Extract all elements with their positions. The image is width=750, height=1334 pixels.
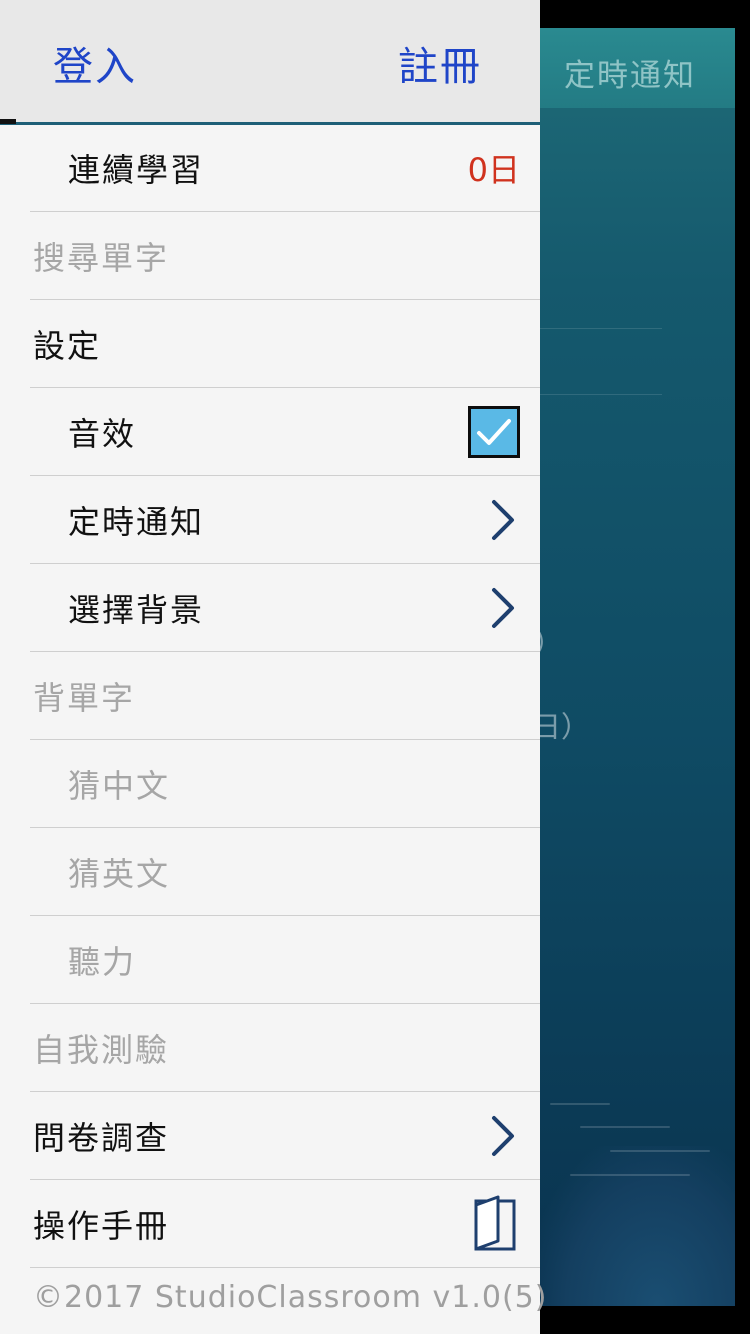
menu-item-self-test[interactable]: 自我測驗 bbox=[0, 1004, 540, 1092]
background-text-fragment: 日） bbox=[540, 710, 591, 744]
menu-item-label: 音效 bbox=[68, 415, 137, 453]
login-button[interactable]: 登入 bbox=[53, 34, 137, 92]
divider bbox=[30, 1267, 540, 1268]
menu-item-label: 聽力 bbox=[68, 943, 137, 981]
menu-item-label: 問卷調查 bbox=[33, 1119, 170, 1157]
drawer-menu: 連續學習 0日 搜尋單字 設定 音效 定時通知 選擇背景 背單字 猜中文 猜英文… bbox=[0, 124, 540, 1268]
menu-item-label: 操作手冊 bbox=[33, 1207, 170, 1245]
chevron-right-icon bbox=[492, 1116, 514, 1156]
background-divider bbox=[540, 328, 662, 329]
menu-item-label: 猜英文 bbox=[68, 855, 171, 893]
chevron-right-icon bbox=[492, 588, 514, 628]
background-scribble bbox=[580, 1126, 670, 1128]
section-settings: 設定 bbox=[0, 300, 540, 388]
book-icon bbox=[474, 1195, 516, 1251]
menu-item-guess-english[interactable]: 猜英文 bbox=[0, 828, 540, 916]
menu-item-label: 搜尋單字 bbox=[33, 239, 170, 277]
section-label: 設定 bbox=[33, 327, 102, 365]
menu-item-label: 選擇背景 bbox=[68, 591, 205, 629]
footer-copyright: ©2017 StudioClassroom v1.0(5) bbox=[33, 1280, 548, 1315]
sound-effects-checkbox[interactable] bbox=[468, 406, 520, 458]
menu-item-listening[interactable]: 聽力 bbox=[0, 916, 540, 1004]
background-wave bbox=[540, 1146, 735, 1306]
menu-item-label: 定時通知 bbox=[68, 503, 205, 541]
menu-item-sound-effects[interactable]: 音效 bbox=[0, 388, 540, 476]
menu-item-label: 猜中文 bbox=[68, 767, 171, 805]
chevron-right-icon bbox=[492, 500, 514, 540]
section-memorize-words: 背單字 bbox=[0, 652, 540, 740]
menu-item-survey[interactable]: 問卷調查 bbox=[0, 1092, 540, 1180]
menu-item-label: 自我測驗 bbox=[33, 1031, 170, 1069]
background-scribble bbox=[550, 1103, 610, 1105]
background-divider bbox=[540, 394, 662, 395]
background-screen: 定時通知 ） 日） bbox=[540, 28, 735, 1306]
menu-item-search-words[interactable]: 搜尋單字 bbox=[0, 212, 540, 300]
background-title: 定時通知 bbox=[564, 58, 696, 94]
menu-item-guess-chinese[interactable]: 猜中文 bbox=[0, 740, 540, 828]
background-text-fragment: ） bbox=[540, 620, 563, 662]
streak-days-value: 0日 bbox=[467, 151, 520, 189]
menu-item-label: 連續學習 bbox=[68, 151, 205, 189]
background-scribble bbox=[610, 1150, 710, 1152]
checkmark-icon bbox=[477, 419, 511, 445]
menu-item-scheduled-notification[interactable]: 定時通知 bbox=[0, 476, 540, 564]
section-label: 背單字 bbox=[33, 679, 136, 717]
drawer-header: 登入 註冊 bbox=[0, 0, 540, 125]
menu-item-streak: 連續學習 0日 bbox=[0, 124, 540, 212]
register-button[interactable]: 註冊 bbox=[398, 34, 482, 92]
background-header: 定時通知 bbox=[540, 28, 735, 108]
menu-item-user-manual[interactable]: 操作手冊 bbox=[0, 1180, 540, 1268]
menu-item-choose-background[interactable]: 選擇背景 bbox=[0, 564, 540, 652]
side-drawer: 登入 註冊 連續學習 0日 搜尋單字 設定 音效 定時通知 選擇背景 背單字 猜… bbox=[0, 0, 546, 1334]
background-scribble bbox=[570, 1174, 690, 1176]
